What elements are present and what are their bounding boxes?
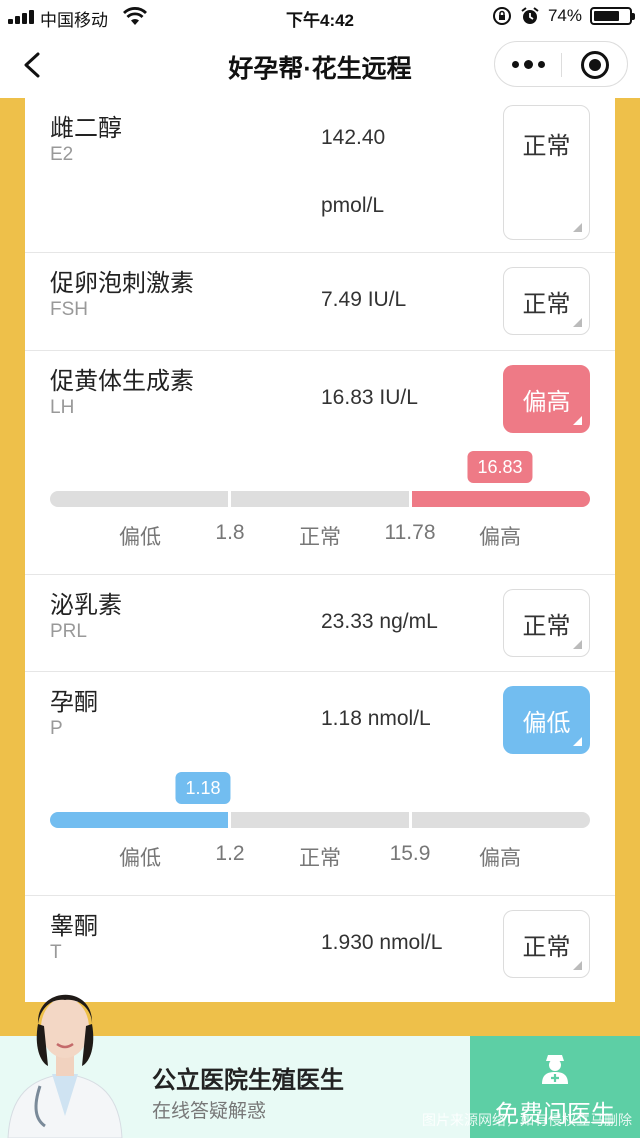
result-row-p: 孕酮 P 1.18 nmol/L 偏低 1.18 偏低 1.2 正常 15.9 …	[25, 672, 615, 896]
result-value: 7.49 IU/L	[321, 288, 407, 311]
range-label: 1.2	[215, 842, 245, 865]
result-name: 睾酮	[50, 913, 98, 940]
range-high-segment	[412, 812, 590, 828]
result-name: 促黄体生成素	[50, 368, 194, 395]
nav-bar: 好孕帮·花生远程	[0, 32, 640, 98]
range-low-segment	[50, 812, 228, 828]
range-label: 偏低	[119, 526, 161, 549]
hormone-results-card: 雌二醇 E2 142.40 pmol/L 正常 促卵泡刺激素 FSH 7.49 …	[25, 98, 615, 1002]
range-high-segment	[412, 491, 590, 507]
status-badge-low[interactable]: 偏低	[503, 686, 590, 754]
range-label: 正常	[299, 526, 341, 549]
range-low-segment	[50, 491, 228, 507]
status-badge[interactable]: 正常	[503, 589, 590, 657]
range-label: 11.78	[384, 521, 436, 544]
status-badge[interactable]: 正常	[503, 105, 590, 240]
result-abbr: FSH	[50, 299, 88, 320]
range-bar	[50, 491, 590, 507]
more-menu-button[interactable]	[495, 42, 561, 86]
result-row-prl: 泌乳素 PRL 23.33 ng/mL 正常	[25, 575, 615, 672]
rotation-lock-icon	[492, 7, 511, 25]
range-scale: 偏低 1.8 正常 11.78 偏高	[50, 521, 590, 551]
range-marker-bubble: 16.83	[467, 451, 533, 483]
status-badge[interactable]: 正常	[503, 910, 590, 978]
range-normal-segment	[231, 491, 409, 507]
range-scale: 偏低 1.2 正常 15.9 偏高	[50, 842, 590, 872]
doctor-avatar	[7, 994, 123, 1138]
result-value: 142.40	[321, 126, 386, 149]
battery-percent: 74%	[547, 6, 582, 25]
result-name: 泌乳素	[50, 592, 122, 619]
result-abbr: T	[50, 942, 62, 963]
range-label: 15.9	[389, 842, 431, 865]
doctor-icon	[542, 1055, 568, 1084]
result-row-fsh: 促卵泡刺激素 FSH 7.49 IU/L 正常	[25, 253, 615, 351]
result-abbr: E2	[50, 144, 74, 165]
battery-icon	[590, 7, 635, 25]
range-label: 偏高	[479, 847, 521, 870]
result-name: 孕酮	[50, 689, 98, 716]
banner-subtitle: 在线答疑解惑	[152, 1101, 267, 1122]
range-label: 偏低	[119, 847, 161, 870]
result-row-lh: 促黄体生成素 LH 16.83 IU/L 偏高 16.83 偏低 1.8 正常 …	[25, 351, 615, 575]
result-value: 1.18 nmol/L	[321, 707, 431, 730]
close-miniprogram-button[interactable]	[581, 51, 609, 79]
result-abbr: LH	[50, 397, 75, 418]
alarm-icon	[521, 7, 539, 24]
miniprogram-capsule	[494, 41, 628, 87]
range-marker-bubble: 1.18	[175, 772, 231, 804]
result-unit: pmol/L	[321, 194, 385, 217]
range-label: 偏高	[479, 526, 521, 549]
status-badge-high[interactable]: 偏高	[503, 365, 590, 433]
result-name: 促卵泡刺激素	[50, 270, 194, 297]
result-abbr: P	[50, 718, 63, 739]
result-abbr: PRL	[50, 621, 87, 642]
result-name: 雌二醇	[50, 115, 122, 142]
watermark-text: 图片来源网络，如有侵权立马删除	[422, 1112, 632, 1128]
range-bar	[50, 812, 590, 828]
result-row-e2: 雌二醇 E2 142.40 pmol/L 正常	[25, 98, 615, 253]
range-label: 1.8	[215, 521, 245, 544]
range-label: 正常	[299, 847, 341, 870]
result-value: 23.33 ng/mL	[321, 610, 438, 633]
status-badge[interactable]: 正常	[503, 267, 590, 335]
status-bar: 中国移动 下午4:42 74%	[0, 0, 640, 32]
range-normal-segment	[231, 812, 409, 828]
banner-title: 公立医院生殖医生	[152, 1067, 344, 1094]
result-value: 1.930 nmol/L	[321, 931, 443, 954]
result-value: 16.83 IU/L	[321, 386, 418, 409]
